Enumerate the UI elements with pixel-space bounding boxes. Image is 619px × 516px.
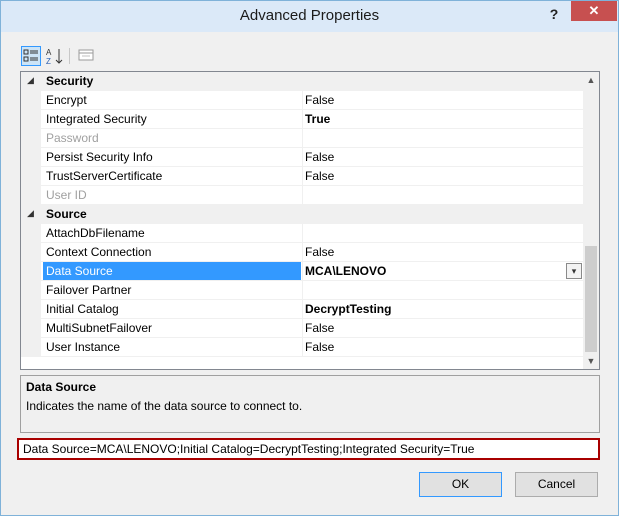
property-value[interactable]: [305, 224, 575, 242]
property-row[interactable]: TrustServerCertificate False: [21, 167, 583, 186]
close-button[interactable]: ✕: [571, 1, 617, 21]
category-label: Security: [46, 74, 94, 88]
chevron-down-icon[interactable]: ▾: [566, 263, 582, 279]
property-row[interactable]: Persist Security Info False: [21, 148, 583, 167]
property-name: Failover Partner: [46, 283, 132, 297]
property-value[interactable]: [305, 129, 575, 147]
property-name: Initial Catalog: [46, 302, 119, 316]
category-row-source[interactable]: ◢ Source: [21, 205, 583, 224]
cancel-button[interactable]: Cancel: [515, 472, 598, 497]
property-name: Encrypt: [46, 93, 87, 107]
title-bar: Advanced Properties ? ✕: [1, 1, 618, 32]
property-name: Data Source: [43, 262, 301, 280]
property-name: User ID: [46, 188, 87, 202]
property-value[interactable]: True: [305, 110, 575, 128]
property-row[interactable]: User ID: [21, 186, 583, 205]
scroll-thumb[interactable]: [585, 246, 597, 352]
property-name: Context Connection: [46, 245, 152, 259]
property-row[interactable]: Failover Partner: [21, 281, 583, 300]
property-value[interactable]: False: [305, 148, 575, 166]
alphabetical-sort-icon: A Z: [46, 48, 63, 66]
property-value[interactable]: DecryptTesting: [305, 300, 575, 318]
property-name: Password: [46, 131, 99, 145]
data-source-value-input[interactable]: MCA\LENOVO: [305, 262, 575, 280]
category-row-security[interactable]: ◢ Security: [21, 72, 583, 91]
advanced-properties-dialog: Advanced Properties ? ✕ A Z ◢ Security E…: [0, 0, 619, 516]
property-name: MultiSubnetFailover: [46, 321, 153, 335]
svg-text:A: A: [46, 48, 52, 57]
property-grid: ◢ Security Encrypt False Integrated Secu…: [20, 71, 600, 370]
vertical-scrollbar[interactable]: ▲ ▼: [583, 72, 599, 369]
property-row[interactable]: Initial Catalog DecryptTesting: [21, 300, 583, 319]
property-row[interactable]: Password: [21, 129, 583, 148]
property-value[interactable]: False: [305, 338, 575, 356]
property-value[interactable]: False: [305, 167, 575, 185]
scroll-down-icon[interactable]: ▼: [583, 353, 599, 369]
property-name: Integrated Security: [46, 112, 147, 126]
property-value[interactable]: False: [305, 91, 575, 109]
property-value[interactable]: [305, 281, 575, 299]
collapse-icon[interactable]: ◢: [27, 208, 34, 219]
property-name: User Instance: [46, 340, 121, 354]
property-pages-icon: [78, 49, 94, 61]
property-value[interactable]: False: [305, 319, 575, 337]
property-row[interactable]: Encrypt False: [21, 91, 583, 110]
window-title: Advanced Properties: [239, 7, 380, 24]
collapse-icon[interactable]: ◢: [27, 75, 34, 86]
property-value[interactable]: [305, 186, 575, 204]
property-name: Persist Security Info: [46, 150, 153, 164]
property-name: AttachDbFilename: [46, 226, 145, 240]
toolbar-separator: [69, 48, 70, 64]
property-row-selected[interactable]: Data Source MCA\LENOVO ▾: [21, 262, 583, 281]
property-value[interactable]: False: [305, 243, 575, 261]
property-row[interactable]: MultiSubnetFailover False: [21, 319, 583, 338]
property-row[interactable]: AttachDbFilename: [21, 224, 583, 243]
ok-button[interactable]: OK: [419, 472, 502, 497]
alphabetical-button[interactable]: A Z: [45, 46, 65, 66]
property-row[interactable]: User Instance False: [21, 338, 583, 357]
description-title: Data Source: [26, 380, 97, 394]
description-text: Indicates the name of the data source to…: [26, 399, 303, 413]
property-pages-button[interactable]: [77, 46, 97, 66]
connection-string-field[interactable]: Data Source=MCA\LENOVO;Initial Catalog=D…: [17, 438, 600, 460]
help-button[interactable]: ?: [541, 4, 567, 24]
categorized-icon: [23, 49, 38, 62]
property-name: TrustServerCertificate: [46, 169, 163, 183]
scroll-up-icon[interactable]: ▲: [583, 72, 599, 88]
category-label: Source: [46, 207, 87, 221]
property-row[interactable]: Integrated Security True: [21, 110, 583, 129]
property-row[interactable]: Context Connection False: [21, 243, 583, 262]
description-panel: Data Source Indicates the name of the da…: [20, 375, 600, 433]
svg-text:Z: Z: [46, 57, 51, 66]
categorized-button[interactable]: [21, 46, 41, 66]
